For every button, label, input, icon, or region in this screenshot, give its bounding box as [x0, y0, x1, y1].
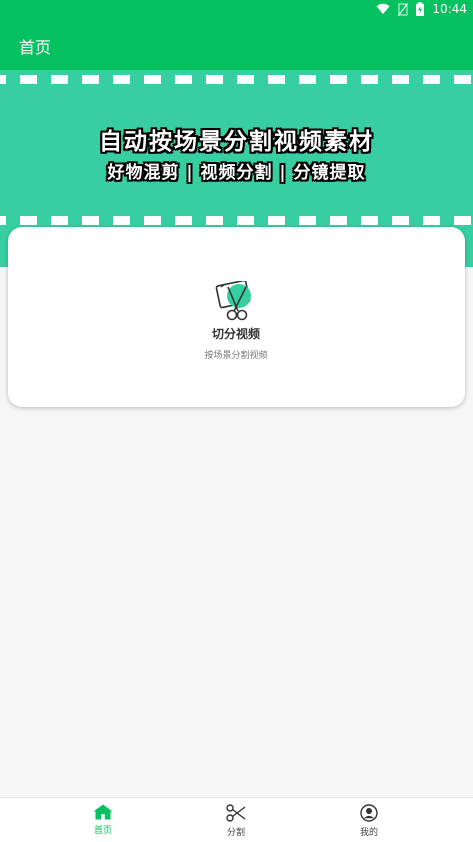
nav-profile[interactable]: 我的 [339, 804, 399, 840]
status-icons: 10:44 [376, 2, 467, 16]
banner-tagline: 好物混剪 | 视频分割 | 分镜提取 [107, 163, 366, 183]
app-bar: 首页 [0, 20, 473, 70]
split-video-button[interactable]: 切分视频 按场景分割视频 [190, 271, 282, 367]
scissors-icon [226, 804, 246, 822]
features-card: 切分视频 按场景分割视频 [8, 227, 465, 407]
status-bar: 10:44 [0, 0, 473, 20]
film-strip-top [0, 75, 473, 84]
page-title: 首页 [19, 38, 52, 57]
feature-subtitle: 按场景分割视频 [204, 351, 268, 361]
film-strip-bottom [0, 216, 473, 225]
profile-icon [360, 804, 378, 822]
status-time: 10:44 [432, 2, 467, 16]
no-sim-icon [398, 2, 409, 16]
banner-headline: 自动按场景分割视频素材 [99, 129, 374, 155]
nav-split[interactable]: 分割 [206, 804, 266, 840]
nav-split-label: 分割 [226, 828, 245, 838]
wifi-icon [376, 3, 390, 15]
home-icon [93, 804, 113, 820]
nav-profile-label: 我的 [359, 828, 378, 838]
video-scissors-icon [215, 281, 251, 321]
battery-charging-icon [416, 2, 425, 16]
nav-home-label: 首页 [93, 826, 112, 836]
feature-title: 切分视频 [211, 327, 260, 341]
bottom-navigation: 首页 分割 我的 [0, 797, 473, 842]
nav-home[interactable]: 首页 [73, 804, 133, 840]
